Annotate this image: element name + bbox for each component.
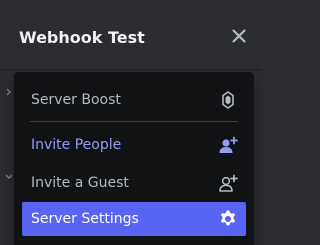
- server-header[interactable]: Webhook Test: [0, 0, 262, 70]
- server-dropdown-screen: Webhook Test Server Boost Invite People …: [0, 0, 262, 245]
- chevron-right-icon: [6, 88, 12, 99]
- menu-item-label: Invite People: [31, 137, 122, 153]
- add-guest-icon: [218, 173, 238, 193]
- menu-item-label: Invite a Guest: [31, 175, 129, 191]
- gear-icon: [218, 209, 238, 229]
- menu-item-label: Server Boost: [31, 92, 121, 108]
- close-icon[interactable]: [229, 26, 249, 46]
- server-menu: Server Boost Invite People Invite a Gues…: [14, 72, 254, 245]
- menu-item-server-settings[interactable]: Server Settings: [22, 202, 246, 236]
- menu-item-invite-guest[interactable]: Invite a Guest: [22, 167, 246, 199]
- menu-item-label: Server Settings: [31, 211, 139, 227]
- menu-item-server-boost[interactable]: Server Boost: [22, 84, 246, 116]
- menu-item-invite-people[interactable]: Invite People: [22, 129, 246, 161]
- add-person-icon: [218, 135, 238, 155]
- chevron-down-icon: [5, 172, 13, 183]
- server-name: Webhook Test: [19, 28, 145, 47]
- menu-divider: [30, 121, 238, 122]
- boost-gem-icon: [218, 90, 238, 110]
